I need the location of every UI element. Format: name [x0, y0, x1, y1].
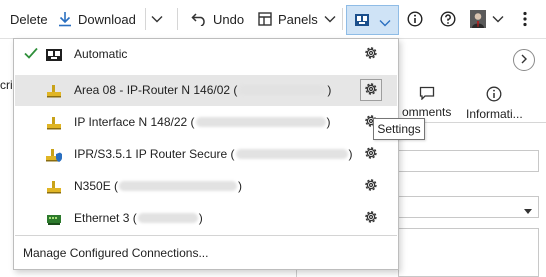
connection-label: IPR/S3.5.1 IP Router Secure ( ) [74, 147, 353, 161]
connection-item-area08-router[interactable]: Area 08 - IP-Router N 146/02 ( ) [15, 75, 397, 106]
property-textarea[interactable] [398, 228, 539, 277]
panels-button[interactable]: Panels [258, 0, 336, 38]
delete-label: Delete [10, 11, 48, 27]
connection-settings-button[interactable] [360, 175, 382, 197]
chevron-right-icon [520, 53, 528, 67]
ip-router-icon [45, 82, 63, 100]
gear-icon [363, 45, 379, 64]
gear-icon [363, 145, 379, 164]
menu-divider [15, 235, 397, 236]
undo-icon [191, 12, 207, 26]
toolbar-divider [145, 8, 146, 30]
background-text-fragment: cri [0, 78, 13, 92]
help-button[interactable] [440, 0, 456, 38]
manage-connections-link[interactable]: Manage Configured Connections... [23, 246, 208, 260]
connection-item-ip-interface[interactable]: IP Interface N 148/22 ( ) [15, 107, 397, 138]
tab-label: omments [402, 105, 452, 119]
usb-interface-icon [45, 178, 63, 196]
connection-item-secure-router[interactable]: IPR/S3.5.1 IP Router Secure ( ) [15, 139, 397, 170]
connection-dropdown: Automatic Area 08 - IP-Router N 146/02 (… [13, 38, 399, 270]
redacted-text [119, 181, 238, 191]
connection-label: Area 08 - IP-Router N 146/02 ( ) [74, 83, 332, 97]
auto-connection-icon [354, 12, 370, 31]
redacted-text [195, 117, 326, 127]
redacted-text [235, 149, 348, 159]
chevron-down-icon [492, 15, 504, 23]
secure-router-icon [45, 146, 63, 164]
chevron-down-icon [324, 15, 336, 23]
connection-settings-button[interactable] [360, 207, 382, 229]
download-button[interactable]: Download [58, 0, 136, 38]
ip-interface-icon [45, 114, 63, 132]
connection-settings-button[interactable] [360, 79, 382, 101]
panels-label: Panels [278, 11, 318, 27]
gear-icon [363, 177, 379, 196]
download-options-button[interactable] [151, 0, 163, 38]
more-vertical-icon [522, 11, 528, 27]
collapse-panel-button[interactable] [513, 49, 535, 71]
delete-button[interactable]: Delete [10, 0, 48, 38]
comment-icon [419, 86, 435, 103]
chevron-down-icon [151, 15, 163, 23]
panels-icon [258, 12, 272, 26]
undo-button[interactable]: Undo [191, 0, 244, 38]
connection-selector-button[interactable] [346, 5, 399, 35]
connection-label: IP Interface N 148/22 ( ) [74, 115, 331, 129]
connection-item-automatic[interactable]: Automatic [15, 39, 397, 70]
user-menu-button[interactable] [470, 0, 504, 38]
chevron-down-icon [379, 16, 391, 30]
toolbar: Delete Download Undo Panels [0, 0, 546, 39]
info-icon [407, 11, 423, 27]
toolbar-divider [177, 8, 178, 30]
settings-tooltip: Settings [373, 118, 425, 140]
tab-information[interactable]: Informati... [466, 86, 523, 121]
connection-settings-button[interactable] [360, 43, 382, 65]
connection-label: Ethernet 3 ( ) [74, 211, 203, 225]
undo-label: Undo [213, 11, 245, 27]
more-options-button[interactable] [522, 0, 528, 38]
tab-label: Informati... [466, 107, 523, 121]
connection-label: Automatic [74, 47, 128, 61]
gear-icon [363, 81, 379, 100]
avatar [470, 10, 486, 28]
connection-item-n350e[interactable]: N350E ( ) [15, 171, 397, 202]
property-input[interactable] [398, 150, 539, 172]
redacted-text [238, 85, 327, 95]
connection-item-ethernet3[interactable]: Ethernet 3 ( ) [15, 203, 397, 234]
auto-connection-icon [45, 46, 63, 64]
gear-icon [363, 209, 379, 228]
tab-comments[interactable]: omments [402, 86, 451, 119]
ethernet-icon [45, 210, 63, 228]
download-label: Download [78, 11, 136, 27]
checkmark-icon [24, 47, 38, 62]
connection-settings-button[interactable] [360, 143, 382, 165]
info-icon [486, 86, 502, 105]
redacted-text [137, 213, 198, 223]
toolbar-divider [342, 8, 343, 30]
download-icon [58, 11, 72, 27]
caret-down-icon [524, 204, 532, 218]
info-button[interactable] [407, 0, 423, 38]
property-select[interactable] [398, 196, 539, 218]
help-icon [440, 11, 456, 27]
connection-label: N350E ( ) [74, 179, 243, 193]
